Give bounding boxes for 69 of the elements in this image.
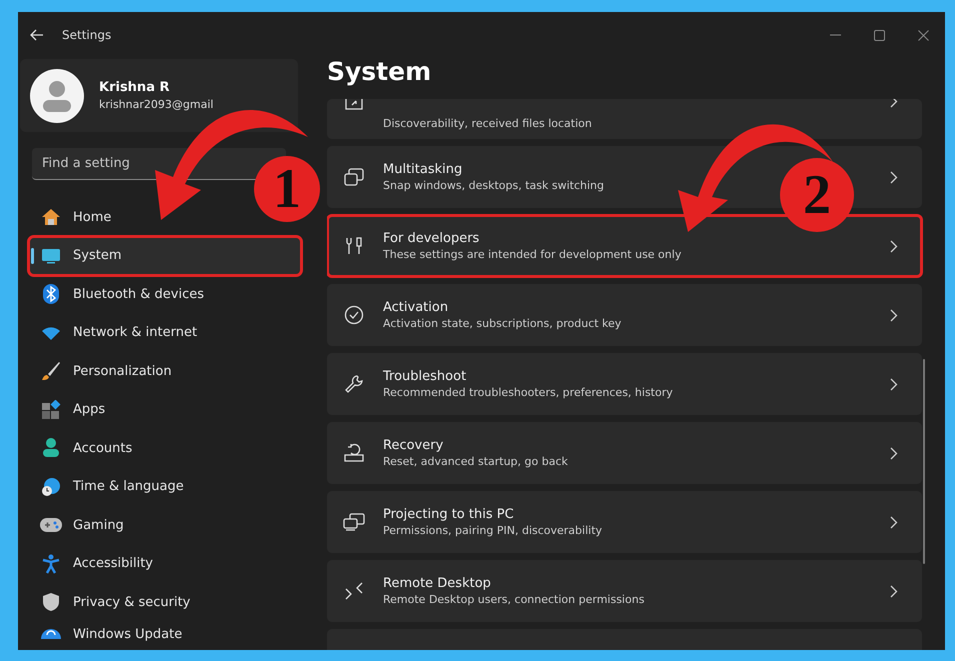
page-title: System bbox=[327, 57, 432, 88]
user-name: Krishna R bbox=[99, 80, 170, 95]
nav-item[interactable]: Bluetooth & devices bbox=[30, 276, 212, 312]
setting-icon bbox=[343, 443, 365, 463]
chevron-right-icon bbox=[890, 170, 898, 184]
setting-description: Recommended troubleshooters, preferences, history bbox=[383, 386, 674, 399]
nav-item[interactable]: Privacy & security bbox=[30, 584, 198, 620]
setting-title: Recovery bbox=[383, 438, 444, 453]
nav-icon bbox=[40, 592, 62, 612]
nav-item[interactable]: Time & language bbox=[30, 468, 192, 505]
setting-description: Reset, advanced startup, go back bbox=[383, 455, 569, 468]
nav-icon bbox=[40, 438, 62, 458]
settings-card[interactable]: For developers These settings are intended for development use only bbox=[327, 215, 922, 277]
nav-icon bbox=[40, 208, 62, 226]
chevron-right-icon bbox=[890, 308, 898, 322]
settings-card[interactable]: Activation Activation state, subscriptions, product key bbox=[327, 284, 922, 346]
nav-icon bbox=[40, 400, 62, 420]
user-email: krishnar2093@gmail bbox=[99, 98, 214, 111]
settings-card[interactable]: Projecting to this PC Permissions, pairing PIN, discoverability bbox=[327, 491, 922, 553]
nav-item[interactable]: Personalization bbox=[30, 353, 180, 390]
setting-title: Projecting to this PC bbox=[383, 507, 515, 522]
nav-item[interactable]: Home bbox=[30, 199, 120, 236]
nav-item[interactable]: Accounts bbox=[30, 430, 140, 466]
setting-description: Permissions, pairing PIN, discoverability bbox=[383, 524, 604, 537]
profile-card[interactable]: Krishna R krishnar2093@gmail bbox=[20, 59, 298, 132]
setting-icon bbox=[343, 168, 365, 186]
settings-card[interactable]: Discoverability, received files location bbox=[327, 99, 922, 139]
selection-indicator bbox=[31, 248, 34, 264]
nav-item[interactable]: Gaming bbox=[30, 507, 132, 544]
nav-icon bbox=[40, 284, 62, 304]
nav-icon bbox=[40, 476, 62, 497]
setting-icon bbox=[343, 513, 365, 531]
setting-description: Remote Desktop users, connection permissions bbox=[383, 593, 646, 606]
step-number-badge: 1 bbox=[254, 156, 320, 222]
setting-description: Discoverability, received files location bbox=[383, 117, 593, 130]
chevron-right-icon bbox=[890, 446, 898, 460]
setting-title: For developers bbox=[383, 231, 480, 246]
chevron-right-icon bbox=[890, 584, 898, 598]
setting-description: Snap windows, desktops, task switching bbox=[383, 179, 606, 192]
nav-item[interactable]: Apps bbox=[30, 392, 114, 428]
scrollbar[interactable] bbox=[923, 359, 925, 564]
setting-icon bbox=[343, 374, 365, 394]
setting-title: Troubleshoot bbox=[383, 369, 468, 384]
nav-icon bbox=[40, 361, 62, 382]
setting-icon bbox=[343, 581, 365, 601]
nav-icon bbox=[40, 626, 62, 638]
nav-item[interactable]: Accessibility bbox=[30, 546, 161, 582]
window-title: Settings bbox=[62, 28, 112, 42]
settings-card[interactable]: Troubleshoot Recommended troubleshooters, preferences, history bbox=[327, 353, 922, 415]
setting-icon bbox=[343, 305, 365, 325]
chevron-right-icon bbox=[890, 240, 898, 252]
nav-item[interactable]: Network & internet bbox=[30, 314, 206, 351]
chevron-right-icon bbox=[890, 516, 898, 528]
nav-icon bbox=[40, 554, 62, 574]
nav-item[interactable]: System bbox=[30, 238, 300, 274]
nav-icon bbox=[40, 324, 62, 341]
settings-card[interactable]: Recovery Reset, advanced startup, go back bbox=[327, 422, 922, 484]
chevron-right-icon bbox=[890, 378, 898, 390]
nav-item[interactable]: Windows Update bbox=[30, 622, 190, 642]
settings-card[interactable]: Remote Desktop Remote Desktop users, connection permissions bbox=[327, 560, 922, 622]
nav-icon bbox=[40, 248, 62, 264]
setting-description: These settings are intended for development use only bbox=[383, 248, 682, 261]
setting-title: Multitasking bbox=[383, 162, 464, 177]
setting-description: Activation state, subscriptions, product key bbox=[383, 317, 622, 330]
avatar-icon bbox=[30, 68, 84, 122]
nav-icon bbox=[40, 518, 62, 532]
setting-title: Remote Desktop bbox=[383, 576, 492, 591]
back-arrow-icon[interactable] bbox=[30, 29, 44, 41]
setting-title: Activation bbox=[383, 300, 450, 315]
